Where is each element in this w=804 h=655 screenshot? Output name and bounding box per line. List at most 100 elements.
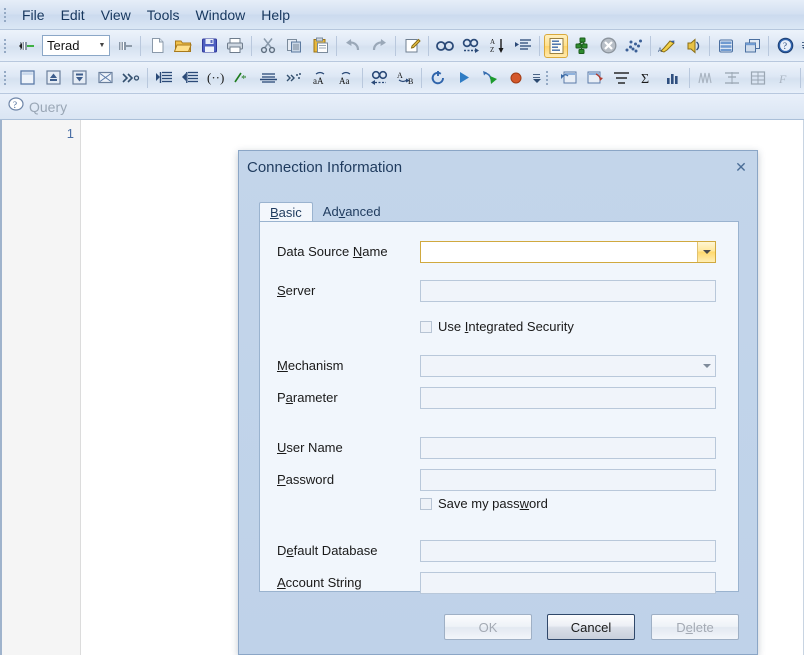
user-name-input[interactable] <box>420 437 716 459</box>
highlighter-icon[interactable]: A <box>655 34 679 58</box>
tab-advanced[interactable]: Advanced <box>313 202 391 222</box>
lowercase-icon[interactable]: aA <box>308 66 332 90</box>
toolbar-grip-handle[interactable] <box>2 36 11 55</box>
chevron-down-icon[interactable] <box>698 356 715 376</box>
export-icon[interactable] <box>583 66 607 90</box>
uncomment-icon[interactable]: * <box>230 66 254 90</box>
server-input[interactable] <box>420 280 716 302</box>
ok-button[interactable]: OK <box>444 614 532 640</box>
menu-item-edit[interactable]: Edit <box>53 4 93 26</box>
import-icon[interactable] <box>557 66 581 90</box>
wave-icon[interactable] <box>694 66 718 90</box>
tab-advanced-label: Advanced <box>322 204 381 219</box>
password-input[interactable] <box>420 469 716 491</box>
find-next-icon[interactable] <box>459 34 483 58</box>
data-source-name-input[interactable] <box>421 242 697 262</box>
help-icon[interactable]: ? <box>773 34 797 58</box>
delete-button[interactable]: De lete <box>651 614 739 640</box>
record-icon[interactable] <box>504 66 528 90</box>
toolbar-separator <box>800 67 801 88</box>
menu-item-help[interactable]: Help <box>253 4 298 26</box>
save-icon[interactable] <box>197 34 221 58</box>
explain-icon[interactable] <box>570 34 594 58</box>
chevron-down-icon[interactable] <box>697 242 715 262</box>
print-icon[interactable] <box>223 34 247 58</box>
windows-icon[interactable] <box>740 34 764 58</box>
menu-item-tools[interactable]: Tools <box>139 4 188 26</box>
editor-line-number-gutter: 1 <box>2 120 81 655</box>
indent-icon[interactable] <box>152 66 176 90</box>
stop-icon[interactable] <box>596 34 620 58</box>
skip-icon[interactable] <box>119 66 143 90</box>
tab-basic[interactable]: Basic <box>259 202 313 222</box>
advance-icon[interactable] <box>282 66 306 90</box>
find-back-icon[interactable] <box>367 66 391 90</box>
edit-note-icon[interactable] <box>400 34 424 58</box>
outdent-icon[interactable] <box>178 66 202 90</box>
menu-item-window[interactable]: Window <box>187 4 253 26</box>
connect-icon[interactable] <box>15 34 39 58</box>
undo-icon[interactable] <box>341 34 365 58</box>
copy-icon[interactable] <box>282 34 306 58</box>
chevron-down-icon[interactable]: ▼ <box>95 36 109 55</box>
chart-icon[interactable] <box>661 66 685 90</box>
parameter-label: Parameter <box>277 390 338 405</box>
svg-text:aA: aA <box>313 76 324 85</box>
use-integrated-security-checkbox[interactable] <box>420 321 432 333</box>
close-box-icon[interactable] <box>93 66 117 90</box>
cut-icon[interactable] <box>256 34 280 58</box>
sort-az-icon[interactable]: A Z <box>485 34 509 58</box>
expand-icon[interactable] <box>41 66 65 90</box>
refresh-icon[interactable] <box>426 66 450 90</box>
toolbar-grip-handle[interactable] <box>544 68 553 87</box>
comment-icon[interactable]: (··) <box>204 66 228 90</box>
new-file-icon[interactable] <box>145 34 169 58</box>
data-source-name-combobox[interactable] <box>420 241 716 263</box>
use-integrated-security-row[interactable]: Use Integrated Security <box>420 318 574 336</box>
document-tab-query[interactable]: ? Query <box>0 94 77 119</box>
redo-icon[interactable] <box>367 34 391 58</box>
toolbar-overflow-button[interactable] <box>531 65 542 91</box>
sound-icon[interactable] <box>681 34 705 58</box>
field-row-user-name: User Name <box>260 437 738 461</box>
open-folder-icon[interactable] <box>171 34 195 58</box>
save-my-password-checkbox[interactable] <box>420 498 432 510</box>
connection-combo[interactable]: Terad ▼ <box>42 35 110 56</box>
database-icon[interactable] <box>714 34 738 58</box>
strike-icon[interactable] <box>256 66 280 90</box>
default-database-input[interactable] <box>420 540 716 562</box>
mechanism-input[interactable] <box>421 356 698 376</box>
mechanism-combobox[interactable] <box>420 355 716 377</box>
close-icon[interactable]: ✕ <box>733 160 749 176</box>
account-string-input[interactable] <box>420 572 716 594</box>
save-my-password-row[interactable]: Save my password <box>420 495 548 513</box>
execute-parallel-icon[interactable] <box>478 66 502 90</box>
parameter-input[interactable] <box>420 387 716 409</box>
scatter-icon[interactable] <box>622 34 646 58</box>
dialog-tab-panel-basic: Data Source Name Server Use Integrated S… <box>259 221 739 594</box>
toolbar-separator <box>395 35 396 56</box>
disconnect-icon[interactable] <box>112 34 136 58</box>
account-string-label: Account String <box>277 575 362 590</box>
blank-icon[interactable] <box>15 66 39 90</box>
query-builder-icon[interactable] <box>544 33 568 58</box>
align-icon[interactable] <box>609 66 633 90</box>
paste-icon[interactable] <box>308 34 332 58</box>
center-icon[interactable] <box>720 66 744 90</box>
replace-icon[interactable]: A B <box>393 66 417 90</box>
table-grid-icon[interactable] <box>746 66 770 90</box>
toolbar-grip-handle[interactable] <box>2 68 11 87</box>
execute-icon[interactable] <box>452 66 476 90</box>
uppercase-icon[interactable]: Aa <box>334 66 358 90</box>
collapse-icon[interactable] <box>67 66 91 90</box>
format-list-icon[interactable] <box>511 34 535 58</box>
cancel-button[interactable]: Cancel <box>547 614 635 640</box>
menu-grip-handle[interactable] <box>2 5 11 24</box>
menu-item-view[interactable]: View <box>93 4 139 26</box>
toolbar-overflow-button[interactable] <box>800 33 804 59</box>
field-row-password: Password <box>260 469 738 493</box>
find-icon[interactable] <box>433 34 457 58</box>
menu-item-file[interactable]: File <box>14 4 53 26</box>
function-icon[interactable]: F <box>772 66 796 90</box>
sum-icon[interactable]: Σ <box>635 66 659 90</box>
